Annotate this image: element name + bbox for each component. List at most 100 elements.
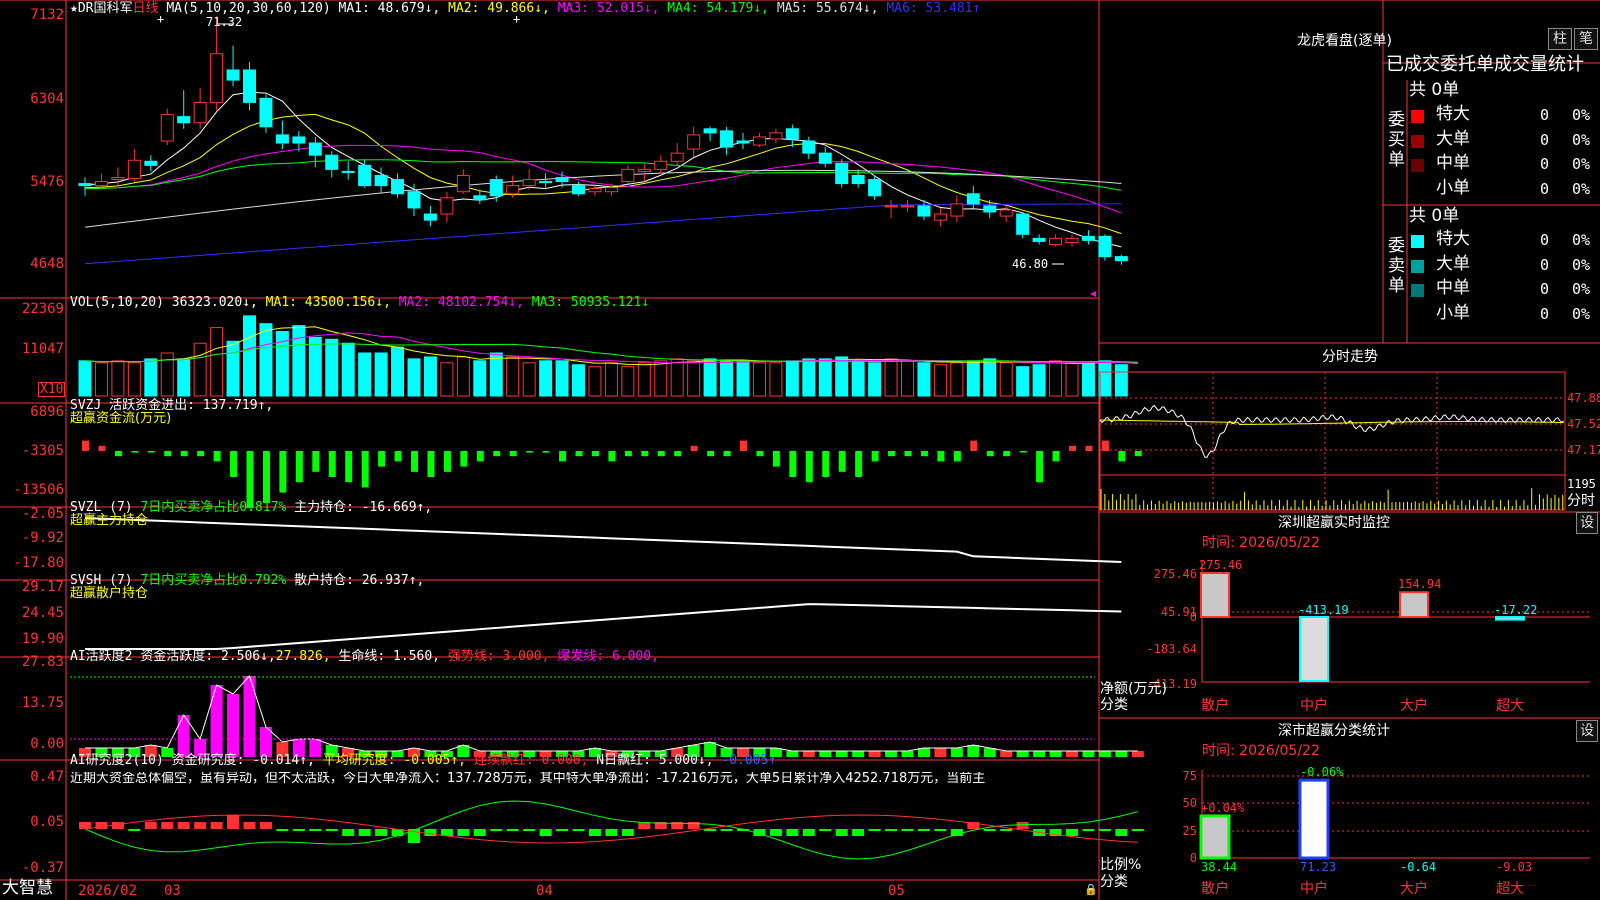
vol-title: VOL(5,10,20) [70, 295, 164, 310]
volume-bar [966, 360, 980, 397]
monitor-bar [1299, 616, 1329, 682]
volume-bar [440, 362, 454, 397]
candle [243, 69, 256, 103]
volume-bar [473, 360, 487, 397]
ai1-y-tick: 0.00 [30, 736, 64, 752]
monitor-settings-button[interactable]: 设 [1576, 512, 1598, 534]
fund-flow-bar [904, 451, 912, 457]
stock-title[interactable]: ★DR国科军 [70, 1, 132, 16]
candle [308, 142, 322, 156]
candle [1032, 237, 1046, 242]
research-bar [917, 829, 930, 831]
fund-flow-bar [1101, 440, 1109, 451]
volume-bar [341, 342, 355, 397]
ai2-y-tick: -0.37 [21, 860, 64, 876]
fund-flow-bar [98, 445, 106, 451]
research-bar [128, 829, 141, 831]
candle [456, 174, 470, 193]
volume-bar [1098, 360, 1112, 397]
bar-mode-button[interactable]: 柱 [1548, 28, 1572, 50]
candle [736, 140, 750, 144]
low-price-label: 46.80 [1012, 257, 1049, 271]
volume-bar [1032, 364, 1046, 397]
volume-bar [1016, 366, 1030, 397]
volume-bar [835, 356, 849, 397]
volume-bar [456, 356, 470, 397]
candle [325, 154, 339, 170]
ai2-n-day-red: N日飘红: 5.000↓, [596, 753, 714, 768]
fund-flow-bar [1085, 445, 1093, 451]
volume-bar [243, 315, 256, 397]
volume-bar [1081, 362, 1095, 397]
period-label[interactable]: 日线 [132, 1, 158, 16]
tick-mode-button[interactable]: 笔 [1574, 28, 1598, 50]
candle [1081, 235, 1095, 241]
class-settings-button[interactable]: 设 [1576, 720, 1598, 742]
volume-bar [752, 362, 766, 397]
fund-flow-bar [641, 451, 649, 457]
activity-bar [835, 751, 848, 757]
research-bar [177, 822, 190, 829]
volume-bar [999, 362, 1013, 397]
svsh-ratio: 7日内买卖净占比0.792% [140, 573, 287, 588]
volume-bar [868, 362, 882, 397]
order-percent: 0% [1572, 280, 1591, 298]
fund-flow-bar [361, 451, 369, 488]
fund-flow-bar [427, 451, 435, 477]
fund-flow-bar [1069, 445, 1076, 451]
research-bar [194, 822, 207, 829]
order-percent: 0% [1572, 231, 1591, 249]
activity-bar [983, 748, 996, 757]
activity-bar [967, 745, 980, 757]
research-bar [276, 829, 289, 831]
svzj-y-tick: -13506 [13, 482, 64, 498]
monitor-bar [1399, 591, 1429, 618]
activity-bar [917, 748, 930, 757]
research-bar [325, 829, 338, 831]
ai1-y-tick: 13.75 [21, 695, 64, 711]
svsh-subtitle: 超赢散户持仓 [70, 586, 149, 601]
monitor-category-label: 散户 [1201, 698, 1229, 714]
order-count: 0 [1540, 155, 1550, 173]
candle [407, 191, 421, 209]
volume-bar [374, 352, 388, 397]
volume-bar [785, 360, 799, 397]
x-axis-label: 05 [888, 883, 905, 899]
candle [193, 101, 207, 124]
research-bar [572, 829, 585, 831]
research-bar [506, 829, 519, 831]
candle [818, 152, 832, 164]
candle [687, 134, 701, 150]
fund-flow-bar [312, 451, 320, 472]
research-bar [835, 829, 848, 836]
candle [210, 53, 224, 103]
activity-bar [1131, 751, 1144, 757]
brand-logo[interactable]: 大智慧 [2, 880, 53, 897]
main-y-tick: 6304 [30, 91, 64, 107]
fund-flow-bar [1118, 451, 1126, 462]
sell-total: 共 0单 [1409, 206, 1460, 226]
candle [522, 179, 536, 187]
candle [752, 136, 766, 146]
volume-bar [259, 323, 273, 397]
monitor-time: 时间: 2026/05/22 [1202, 535, 1320, 551]
candle [1049, 237, 1063, 245]
svsh-y-tick: 29.17 [21, 579, 64, 595]
main-holding-line [84, 517, 1122, 563]
candle [144, 160, 158, 166]
volume-bar [1049, 360, 1063, 397]
research-bar [885, 829, 898, 831]
ai1-strong-line: 强势线: 3.000, [447, 649, 550, 664]
svzj-y-tick: -3305 [21, 443, 64, 459]
volume-bar [670, 358, 684, 397]
ai2-title: AI研究度2(10) [70, 753, 164, 768]
volume-bar [489, 352, 503, 397]
lock-icon[interactable]: 🔒 [1084, 884, 1098, 895]
class-bar-value: 71.23 [1300, 860, 1337, 874]
activity-bar [819, 751, 832, 757]
research-bar [259, 822, 272, 829]
monitor-axis-title: 净额(万元) [1100, 681, 1167, 697]
candle [917, 205, 931, 217]
ma-values: MA1: 48.679↓, MA2: 49.866↓, MA3: 52.015↓… [339, 1, 981, 16]
fund-flow-bar [608, 451, 616, 462]
